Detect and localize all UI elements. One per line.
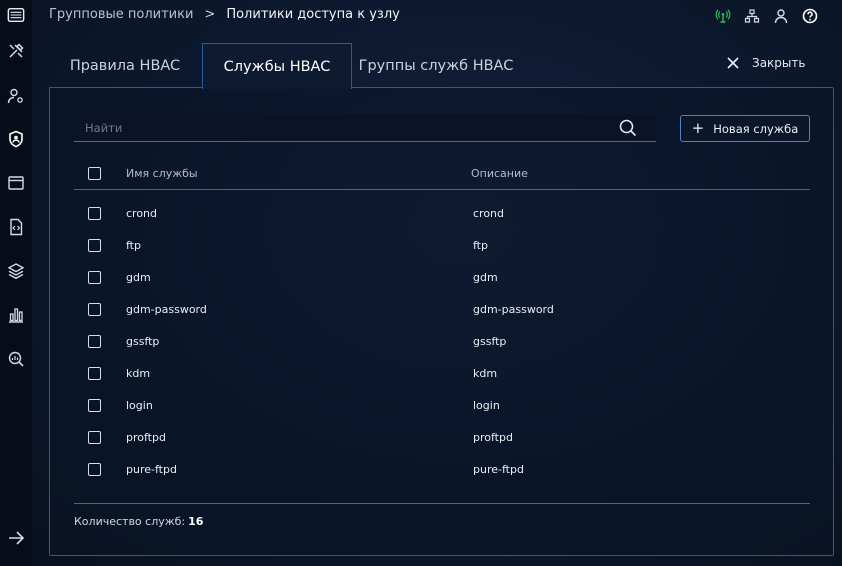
row-checkbox[interactable] <box>88 303 101 316</box>
search-box <box>74 114 656 142</box>
service-name[interactable]: ftp <box>126 239 141 252</box>
service-name[interactable]: gdm-password <box>126 303 207 316</box>
table-row[interactable]: gdm gdm <box>74 262 810 294</box>
table-header: Имя службы Описание <box>74 158 810 190</box>
table-row[interactable]: ftp ftp <box>74 230 810 262</box>
row-checkbox[interactable] <box>88 271 101 284</box>
services-panel: + Новая служба Имя службы Описание crond… <box>49 87 834 556</box>
signal-icon[interactable] <box>713 6 733 26</box>
help-icon[interactable] <box>800 6 820 26</box>
service-count-value: 16 <box>188 515 204 528</box>
row-checkbox[interactable] <box>88 399 101 412</box>
breadcrumb-separator: > <box>204 7 216 22</box>
table-row[interactable]: gdm-password gdm-password <box>74 294 810 326</box>
table-row[interactable]: crond crond <box>74 198 810 230</box>
breadcrumb: Групповые политики > Политики доступа к … <box>49 7 400 22</box>
service-description: gdm <box>473 271 498 284</box>
table-footer-divider <box>74 503 810 504</box>
select-all-checkbox[interactable] <box>88 167 101 180</box>
bar-chart-icon[interactable] <box>5 304 27 326</box>
service-name[interactable]: gssftp <box>126 335 159 348</box>
search-chart-icon[interactable] <box>5 348 27 370</box>
row-checkbox[interactable] <box>88 207 101 220</box>
column-header-name[interactable]: Имя службы <box>126 167 198 180</box>
top-bar: Групповые политики > Политики доступа к … <box>32 0 842 32</box>
service-description: proftpd <box>473 431 513 444</box>
tab-hbac-service-groups[interactable]: Группы служб HBAC <box>353 43 519 88</box>
close-label: Закрыть <box>752 56 806 70</box>
row-checkbox[interactable] <box>88 335 101 348</box>
table-row[interactable]: proftpd proftpd <box>74 422 810 454</box>
arrow-right-icon[interactable] <box>5 527 27 549</box>
service-name[interactable]: kdm <box>126 367 150 380</box>
close-icon <box>727 57 739 69</box>
service-name[interactable]: crond <box>126 207 157 220</box>
service-name[interactable]: login <box>126 399 153 412</box>
tab-hbac-services[interactable]: Службы HBAC <box>202 43 352 89</box>
search-icon[interactable] <box>619 119 637 137</box>
breadcrumb-parent[interactable]: Групповые политики <box>49 7 193 22</box>
breadcrumb-current: Политики доступа к узлу <box>226 7 400 22</box>
service-description: login <box>473 399 500 412</box>
row-checkbox[interactable] <box>88 431 101 444</box>
plus-icon: + <box>691 119 705 137</box>
table-row[interactable]: kdm kdm <box>74 358 810 390</box>
table-row[interactable]: pure-ftpd pure-ftpd <box>74 454 810 486</box>
user-icon[interactable] <box>771 6 791 26</box>
table-row[interactable]: gssftp gssftp <box>74 326 810 358</box>
service-count-label: Количество служб: <box>74 515 186 528</box>
service-description: gssftp <box>473 335 507 348</box>
search-input[interactable] <box>74 114 614 141</box>
layers-icon[interactable] <box>5 260 27 282</box>
service-description: crond <box>473 207 505 220</box>
table-row[interactable]: login login <box>74 390 810 422</box>
service-description: pure-ftpd <box>473 463 524 476</box>
column-header-description[interactable]: Описание <box>471 167 528 180</box>
row-checkbox[interactable] <box>88 239 101 252</box>
user-settings-icon[interactable] <box>5 85 27 107</box>
service-name[interactable]: pure-ftpd <box>126 463 177 476</box>
close-button[interactable]: Закрыть <box>726 56 805 70</box>
service-description: kdm <box>473 367 498 380</box>
code-file-icon[interactable] <box>5 216 27 238</box>
logo-icon[interactable] <box>6 5 26 25</box>
tab-hbac-rules[interactable]: Правила HBAC <box>49 43 201 88</box>
shield-user-icon[interactable] <box>5 128 27 150</box>
window-icon[interactable] <box>5 172 27 194</box>
sidebar <box>0 0 32 566</box>
tools-icon[interactable] <box>5 40 27 62</box>
service-description: ftp <box>473 239 488 252</box>
top-icons <box>704 6 820 26</box>
new-service-label: Новая служба <box>713 121 799 136</box>
new-service-button[interactable]: + Новая служба <box>680 115 810 142</box>
service-name[interactable]: gdm <box>126 271 151 284</box>
row-checkbox[interactable] <box>88 367 101 380</box>
service-description: gdm-password <box>473 303 554 316</box>
service-count: Количество служб: 16 <box>74 515 203 528</box>
network-icon[interactable] <box>742 6 762 26</box>
row-checkbox[interactable] <box>88 463 101 476</box>
service-name[interactable]: proftpd <box>126 431 166 444</box>
